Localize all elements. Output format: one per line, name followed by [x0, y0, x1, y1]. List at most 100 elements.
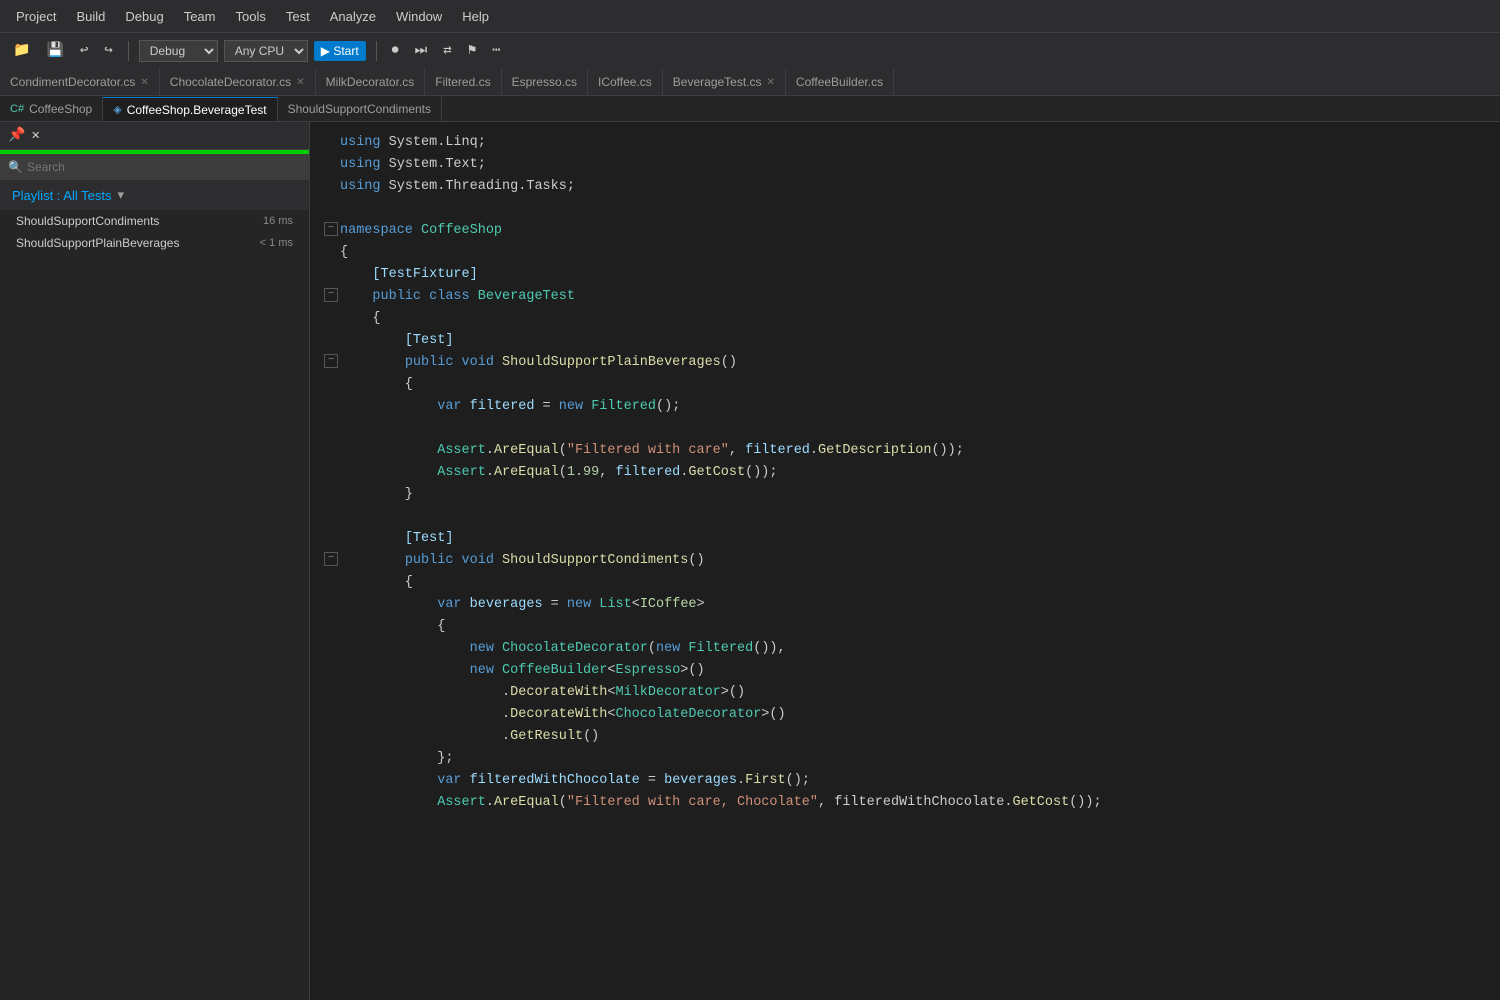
line-content: {	[340, 308, 1500, 330]
test-time: 16 ms	[263, 215, 293, 227]
test-time: < 1 ms	[260, 237, 293, 249]
line-content	[340, 198, 1500, 220]
tab-beverage-test[interactable]: BeverageTest.cs ✕	[663, 69, 786, 95]
code-line: − public class BeverageTest	[310, 286, 1500, 308]
line-content: .DecorateWith<ChocolateDecorator>()	[340, 704, 1500, 726]
search-input[interactable]	[27, 160, 301, 174]
line-content: [Test]	[340, 330, 1500, 352]
line-content: public void ShouldSupportCondiments()	[340, 550, 1500, 572]
code-line: {	[310, 374, 1500, 396]
line-content: Assert.AreEqual("Filtered with care, Cho…	[340, 792, 1500, 814]
tab2-label: ShouldSupportCondiments	[288, 102, 431, 116]
code-line: [Test]	[310, 528, 1500, 550]
collapse-class-btn[interactable]: −	[324, 286, 340, 304]
toolbar-attach-icon[interactable]: ⏺	[387, 41, 404, 61]
cs-icon: C#	[10, 103, 24, 115]
left-panel: 📌 ✕ 🔍 Playlist : All Tests ▾ ShouldSuppo…	[0, 122, 310, 1000]
start-button[interactable]: ▶ Start	[314, 41, 366, 61]
toolbar-undo-icon[interactable]: ↩	[75, 40, 93, 61]
tab-condiment-decorator[interactable]: CondimentDecorator.cs ✕	[0, 69, 160, 95]
line-content: };	[340, 748, 1500, 770]
tab-close-icon[interactable]: ✕	[140, 77, 148, 88]
menu-analyze[interactable]: Analyze	[322, 5, 384, 28]
tab-label: MilkDecorator.cs	[326, 75, 415, 89]
search-bar: 🔍	[0, 154, 309, 180]
toolbar-new-icon[interactable]: 📁	[8, 40, 35, 61]
tab-label: ChocolateDecorator.cs	[170, 75, 291, 89]
code-line: .DecorateWith<ChocolateDecorator>()	[310, 704, 1500, 726]
collapse-method-btn[interactable]: −	[324, 352, 340, 370]
code-line	[310, 198, 1500, 220]
menu-test[interactable]: Test	[278, 5, 318, 28]
line-content: [TestFixture]	[340, 264, 1500, 286]
tab2-label: CoffeeShop.BeverageTest	[127, 103, 267, 117]
line-content: using System.Text;	[340, 154, 1500, 176]
menu-project[interactable]: Project	[8, 5, 64, 28]
code-line: using System.Linq;	[310, 132, 1500, 154]
menu-debug[interactable]: Debug	[117, 5, 171, 28]
toolbar-nav-icon[interactable]: ⇄	[438, 40, 456, 61]
code-line: .GetResult()	[310, 726, 1500, 748]
line-content: {	[340, 374, 1500, 396]
code-line: Assert.AreEqual(1.99, filtered.GetCost()…	[310, 462, 1500, 484]
code-line: var filtered = new Filtered();	[310, 396, 1500, 418]
code-line: {	[310, 572, 1500, 594]
menu-build[interactable]: Build	[68, 5, 113, 28]
tab-close-icon[interactable]: ✕	[296, 77, 304, 88]
tab-chocolate-decorator[interactable]: ChocolateDecorator.cs ✕	[160, 69, 316, 95]
line-content: using System.Threading.Tasks;	[340, 176, 1500, 198]
code-editor[interactable]: using System.Linq; using System.Text; us…	[310, 122, 1500, 1000]
tab2-should-support[interactable]: ShouldSupportCondiments	[278, 97, 442, 121]
toolbar-step-icon[interactable]: ⏭	[410, 41, 433, 61]
tab2-coffeeshop[interactable]: C# CoffeeShop	[0, 97, 103, 121]
toolbar-sep1	[128, 41, 129, 61]
collapse-method2-btn[interactable]: −	[324, 550, 340, 568]
code-line: using System.Threading.Tasks;	[310, 176, 1500, 198]
menu-window[interactable]: Window	[388, 5, 450, 28]
toolbar-redo-icon[interactable]: ↪	[99, 40, 117, 61]
toolbar-sep2	[376, 41, 377, 61]
line-content: {	[340, 616, 1500, 638]
line-content: using System.Linq;	[340, 132, 1500, 154]
playlist-label[interactable]: Playlist : All Tests ▾	[0, 180, 309, 210]
toolbar-flag-icon[interactable]: ⚑	[463, 40, 481, 61]
menu-team[interactable]: Team	[176, 5, 224, 28]
tab-espresso[interactable]: Espresso.cs	[502, 69, 588, 95]
toolbar-more-icon[interactable]: ⋯	[487, 40, 505, 61]
tab-label: Espresso.cs	[512, 75, 577, 89]
pin-icon[interactable]: 📌	[8, 127, 25, 144]
code-line: {	[310, 308, 1500, 330]
line-content: {	[340, 242, 1500, 264]
playlist-dropdown-icon[interactable]: ▾	[117, 187, 124, 203]
code-line: {	[310, 242, 1500, 264]
code-line	[310, 506, 1500, 528]
line-content	[340, 418, 1500, 440]
tab-label: Filtered.cs	[435, 75, 490, 89]
code-line: − public void ShouldSupportCondiments()	[310, 550, 1500, 572]
close-panel-icon[interactable]: ✕	[31, 127, 39, 144]
line-content: Assert.AreEqual("Filtered with care", fi…	[340, 440, 1500, 462]
menu-tools[interactable]: Tools	[228, 5, 274, 28]
line-content: .GetResult()	[340, 726, 1500, 748]
tab-filtered[interactable]: Filtered.cs	[425, 69, 501, 95]
tab-label: CoffeeBuilder.cs	[796, 75, 883, 89]
platform-select[interactable]: Any CPU x86 x64	[224, 40, 308, 62]
line-content: public void ShouldSupportPlainBeverages(…	[340, 352, 1500, 374]
tab-close-icon[interactable]: ✕	[767, 77, 775, 88]
collapse-namespace-btn[interactable]: −	[324, 220, 340, 238]
test-item-condiments[interactable]: ShouldSupportCondiments 16 ms	[0, 210, 309, 232]
test-list: ShouldSupportCondiments 16 ms ShouldSupp…	[0, 210, 309, 254]
tab-milk-decorator[interactable]: MilkDecorator.cs	[316, 69, 426, 95]
line-content: Assert.AreEqual(1.99, filtered.GetCost()…	[340, 462, 1500, 484]
menu-help[interactable]: Help	[454, 5, 497, 28]
tab2-beverage-test[interactable]: ◈ CoffeeShop.BeverageTest	[103, 97, 277, 121]
code-line: using System.Text;	[310, 154, 1500, 176]
line-content: {	[340, 572, 1500, 594]
tab-icoffee[interactable]: ICoffee.cs	[588, 69, 663, 95]
test-item-plain-beverages[interactable]: ShouldSupportPlainBeverages < 1 ms	[0, 232, 309, 254]
toolbar-save-icon[interactable]: 💾	[41, 40, 68, 61]
code-line: };	[310, 748, 1500, 770]
config-select[interactable]: Debug Release	[139, 40, 218, 62]
tab-coffee-builder[interactable]: CoffeeBuilder.cs	[786, 69, 894, 95]
code-line: var filteredWithChocolate = beverages.Fi…	[310, 770, 1500, 792]
